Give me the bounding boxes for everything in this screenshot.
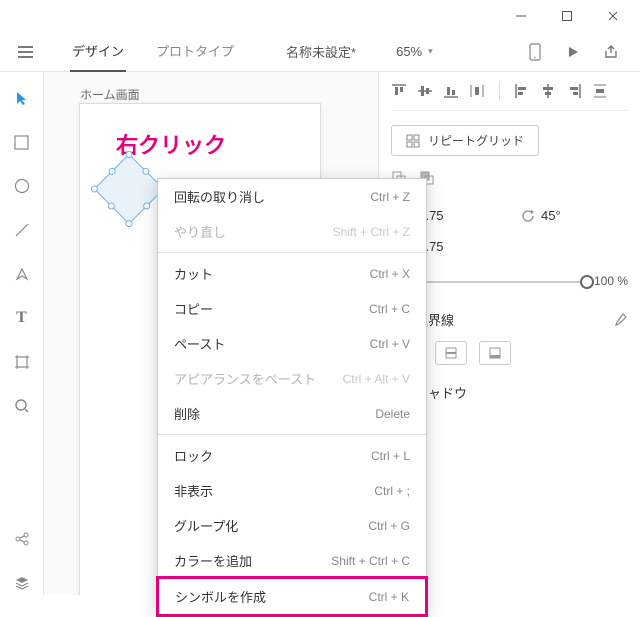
align-right-icon[interactable] [566, 83, 582, 99]
context-menu-item-label: アピアランスをペースト [174, 369, 316, 388]
context-menu-item-label: 削除 [174, 404, 200, 423]
context-menu-item[interactable]: 非表示 Ctrl + ; [158, 473, 426, 508]
text-tool[interactable]: T [10, 306, 34, 330]
align-bottom-icon[interactable] [443, 83, 459, 99]
context-menu-item-shortcut: Ctrl + K [369, 590, 409, 604]
context-menu-divider [158, 252, 426, 253]
align-hcenter-icon[interactable] [540, 83, 556, 99]
eyedropper-icon[interactable] [612, 312, 628, 328]
context-menu-item-label: 回転の取り消し [174, 187, 265, 206]
context-menu-item: アピアランスをペースト Ctrl + Alt + V [158, 361, 426, 396]
context-menu-item[interactable]: カット Ctrl + X [158, 256, 426, 291]
align-left-icon[interactable] [514, 83, 530, 99]
maximize-button[interactable] [544, 0, 590, 32]
tab-design[interactable]: デザイン [70, 31, 126, 72]
border-label: 境界線 [415, 310, 602, 329]
context-menu: 回転の取り消し Ctrl + Z やり直し Shift + Ctrl + Z カット Ct… [157, 178, 427, 616]
tool-rail: T [0, 72, 44, 595]
context-menu-item-shortcut: Ctrl + C [369, 302, 410, 316]
context-menu-item[interactable]: ペースト Ctrl + V [158, 326, 426, 361]
app-header: デザイン プロトタイプ 名称未設定* 65% [0, 32, 640, 72]
context-menu-item-shortcut: Ctrl + G [368, 519, 410, 533]
device-preview-icon[interactable] [516, 43, 554, 61]
context-menu-item-label: やり直し [174, 222, 226, 241]
slider-thumb[interactable] [580, 275, 594, 289]
context-menu-item-shortcut: Ctrl + ; [374, 484, 410, 498]
context-menu-divider [158, 434, 426, 435]
context-menu-item[interactable]: 削除 Delete [158, 396, 426, 431]
context-menu-item: やり直し Shift + Ctrl + Z [158, 214, 426, 249]
context-menu-item-label: ロック [174, 446, 213, 465]
zoom-tool[interactable] [10, 394, 34, 418]
context-menu-item-label: シンボルを作成 [175, 587, 266, 606]
context-menu-item-shortcut: Shift + Ctrl + Z [333, 225, 410, 239]
context-menu-item[interactable]: 回転の取り消し Ctrl + Z [158, 179, 426, 214]
repeat-grid-button[interactable]: リピートグリッド [391, 125, 539, 156]
context-menu-item-label: ペースト [174, 334, 225, 353]
rectangle-tool[interactable] [10, 130, 34, 154]
context-menu-item-label: 非表示 [174, 481, 213, 500]
grid-icon [406, 134, 420, 148]
context-menu-item-shortcut: Ctrl + V [370, 337, 410, 351]
select-tool[interactable] [10, 86, 34, 110]
layers-icon[interactable] [10, 571, 34, 595]
context-menu-item-label: グループ化 [174, 516, 238, 535]
close-button[interactable] [590, 0, 636, 32]
opacity-value[interactable]: 100 % [594, 274, 628, 288]
context-menu-item-label: カット [174, 264, 213, 283]
context-menu-item-shortcut: Ctrl + Alt + V [343, 372, 410, 386]
document-name[interactable]: 名称未設定* [286, 42, 356, 61]
repeat-grid-label: リピートグリッド [428, 132, 524, 149]
context-menu-item[interactable]: シンボルを作成 Ctrl + K [156, 576, 428, 617]
minimize-button[interactable] [498, 0, 544, 32]
distribute-h-icon[interactable] [592, 83, 608, 99]
align-vcenter-icon[interactable] [417, 83, 433, 99]
line-tool[interactable] [10, 218, 34, 242]
context-menu-item-shortcut: Ctrl + Z [370, 190, 410, 204]
align-top-icon[interactable] [391, 83, 407, 99]
stroke-outside-icon[interactable] [479, 341, 511, 365]
menu-button[interactable] [10, 46, 40, 58]
stroke-center-icon[interactable] [435, 341, 467, 365]
context-menu-item-shortcut: Delete [375, 407, 410, 421]
window-titlebar [0, 0, 640, 32]
play-icon[interactable] [554, 45, 592, 59]
assets-icon[interactable] [10, 527, 34, 551]
context-menu-item[interactable]: グループ化 Ctrl + G [158, 508, 426, 543]
context-menu-item[interactable]: ロック Ctrl + L [158, 438, 426, 473]
shadow-label: シャドウ [415, 383, 628, 402]
ellipse-tool[interactable] [10, 174, 34, 198]
distribute-v-icon[interactable] [469, 83, 485, 99]
rotate-icon [521, 209, 535, 223]
zoom-select[interactable]: 65% [396, 44, 433, 59]
rotation-value[interactable]: 45° [541, 208, 605, 223]
pen-tool[interactable] [10, 262, 34, 286]
artboard-label[interactable]: ホーム画面 [80, 86, 140, 103]
tab-prototype[interactable]: プロトタイプ [154, 31, 236, 72]
context-menu-item-label: カラーを追加 [174, 551, 252, 570]
context-menu-item[interactable]: カラーを追加 Shift + Ctrl + C [158, 543, 426, 578]
artboard-tool[interactable] [10, 350, 34, 374]
context-menu-item-shortcut: Ctrl + X [370, 267, 410, 281]
share-icon[interactable] [592, 44, 630, 60]
context-menu-item[interactable]: コピー Ctrl + C [158, 291, 426, 326]
context-menu-item-label: コピー [174, 299, 213, 318]
context-menu-item-shortcut: Shift + Ctrl + C [331, 554, 410, 568]
context-menu-item-shortcut: Ctrl + L [371, 449, 410, 463]
